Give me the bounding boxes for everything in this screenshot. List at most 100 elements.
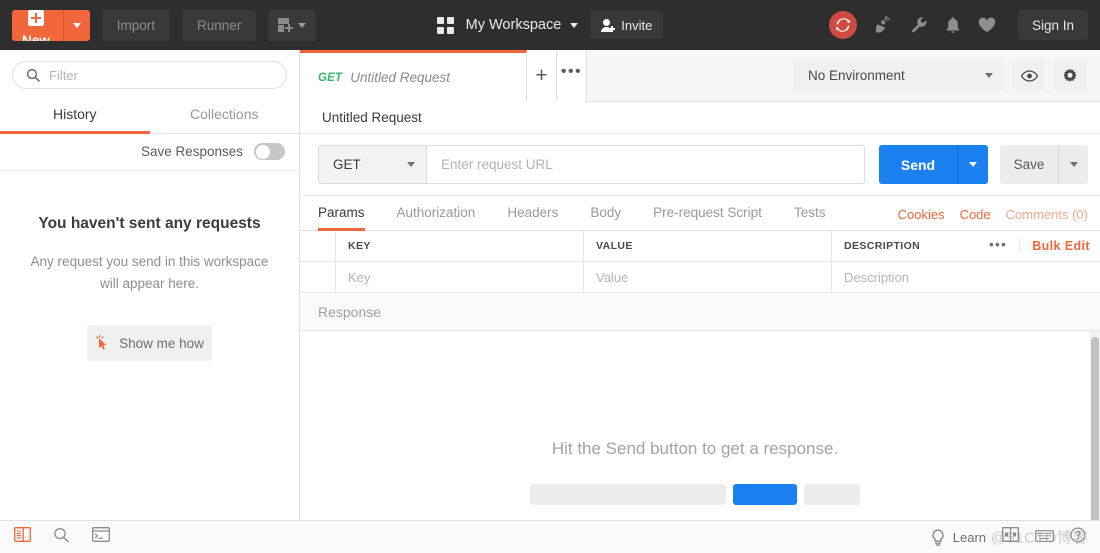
two-pane-layout-icon [1002, 527, 1019, 542]
new-button-group[interactable]: New [12, 10, 90, 41]
request-tab[interactable]: GET Untitled Request [300, 50, 527, 102]
header-description-cell: DESCRIPTION ••• Bulk Edit [832, 231, 1100, 261]
search-placeholder: Filter [49, 68, 78, 83]
main-pane: GET Untitled Request + ••• No Environmen… [300, 50, 1100, 520]
top-bar: New Import Runner My Workspace [0, 0, 1100, 50]
code-link[interactable]: Code [960, 207, 991, 222]
response-illustration [300, 484, 1090, 505]
empty-state-subtitle: Any request you send in this workspace w… [22, 251, 277, 295]
chevron-down-icon [969, 162, 977, 167]
help-button[interactable] [1070, 527, 1086, 548]
row-key-input[interactable]: Key [336, 262, 584, 292]
tab-collections[interactable]: Collections [150, 98, 300, 134]
keyboard-shortcuts-button[interactable] [1035, 528, 1054, 547]
table-row: Key Value Description [300, 262, 1100, 293]
wrench-button[interactable] [910, 16, 928, 34]
sign-in-button[interactable]: Sign In [1018, 10, 1088, 40]
row-checkbox-cell[interactable] [300, 262, 336, 292]
satellite-dish-icon [874, 16, 893, 34]
tab-options-button[interactable]: ••• [557, 50, 587, 102]
save-responses-label: Save Responses [141, 144, 243, 159]
console-button[interactable] [92, 527, 110, 547]
search-icon [53, 527, 70, 543]
row-description-input[interactable]: Description [832, 262, 1100, 292]
filter-wrap: Filter [0, 50, 299, 98]
row-value-input[interactable]: Value [584, 262, 832, 292]
new-window-icon [278, 18, 293, 32]
show-me-how-label: Show me how [119, 336, 204, 351]
learn-button[interactable]: Learn [931, 529, 986, 546]
status-bar-left [14, 527, 110, 548]
send-button[interactable]: Send [879, 145, 957, 184]
import-button[interactable]: Import [102, 10, 170, 41]
chevron-down-icon [570, 23, 578, 28]
response-body: Hit the Send button to get a response. [300, 331, 1100, 520]
header-key: KEY [336, 231, 584, 261]
chevron-down-icon [1070, 162, 1078, 167]
notifications-button[interactable] [945, 16, 961, 34]
save-options-button[interactable] [1058, 145, 1088, 184]
request-tab-method: GET [318, 72, 342, 84]
url-placeholder: Enter request URL [441, 157, 553, 172]
sidebar-toggle-icon [14, 527, 31, 542]
tab-headers[interactable]: Headers [507, 205, 558, 231]
heart-icon [978, 17, 996, 33]
find-button[interactable] [53, 527, 70, 548]
comments-link[interactable]: Comments (0) [1006, 207, 1088, 222]
tab-authorization[interactable]: Authorization [397, 205, 476, 231]
lightbulb-icon [931, 529, 945, 546]
tab-tests[interactable]: Tests [794, 205, 826, 231]
status-bar: Learn [0, 520, 1100, 553]
chevron-down-icon [407, 162, 415, 167]
top-bar-actions: Sign In [829, 10, 1088, 40]
keyboard-icon [1035, 528, 1054, 542]
environment-quick-look-button[interactable] [1013, 60, 1045, 91]
method-select[interactable]: GET [318, 145, 426, 184]
satellite-button[interactable] [874, 16, 893, 34]
url-input[interactable]: Enter request URL [426, 145, 865, 184]
new-window-button[interactable] [268, 10, 316, 41]
header-value: VALUE [584, 231, 832, 261]
favorites-button[interactable] [978, 17, 996, 33]
cookies-link[interactable]: Cookies [898, 207, 945, 222]
postman-app: New Import Runner My Workspace [0, 0, 1100, 553]
new-button[interactable]: New [12, 10, 64, 41]
request-tab-name: Untitled Request [350, 70, 450, 85]
invite-button[interactable]: Invite [590, 11, 663, 39]
status-bar-right: Learn [931, 527, 1086, 548]
environment-area: No Environment [794, 50, 1100, 101]
new-button-dropdown[interactable] [64, 10, 90, 41]
workspace-selector[interactable]: My Workspace [466, 17, 579, 33]
response-title: Response [300, 293, 1100, 331]
bulk-edit-link[interactable]: Bulk Edit [1019, 239, 1090, 253]
search-input[interactable]: Filter [12, 61, 287, 89]
sidebar-toggle-button[interactable] [14, 527, 31, 547]
save-responses-toggle[interactable] [254, 143, 285, 160]
tab-body[interactable]: Body [590, 205, 621, 231]
layout-button[interactable] [1002, 527, 1019, 547]
tab-params[interactable]: Params [318, 205, 365, 231]
sync-button[interactable] [829, 11, 857, 39]
chevron-down-icon [73, 23, 81, 28]
add-tab-button[interactable]: + [527, 50, 557, 102]
send-options-button[interactable] [957, 145, 988, 184]
learn-label: Learn [953, 530, 986, 545]
send-button-group: Send [879, 145, 988, 184]
method-label: GET [333, 157, 361, 172]
show-me-how-button[interactable]: Show me how [87, 325, 212, 361]
new-button-label: New [22, 33, 50, 41]
request-links: Cookies Code Comments (0) [898, 207, 1088, 230]
environment-select[interactable]: No Environment [794, 60, 1004, 91]
request-tab-strip: GET Untitled Request + ••• [300, 50, 587, 101]
tab-history[interactable]: History [0, 98, 150, 134]
settings-button[interactable] [1054, 60, 1086, 91]
save-responses-row: Save Responses [0, 134, 299, 171]
save-button[interactable]: Save [1000, 145, 1058, 184]
tab-pre-request-script[interactable]: Pre-request Script [653, 205, 762, 231]
select-all-cell [300, 231, 336, 261]
runner-button[interactable]: Runner [182, 10, 256, 41]
vertical-scrollbar[interactable] [1090, 331, 1100, 520]
response-empty-state: Hit the Send button to get a response. [300, 439, 1090, 505]
sidebar-tabs: History Collections [0, 98, 299, 134]
ellipsis-icon[interactable]: ••• [989, 237, 1019, 256]
